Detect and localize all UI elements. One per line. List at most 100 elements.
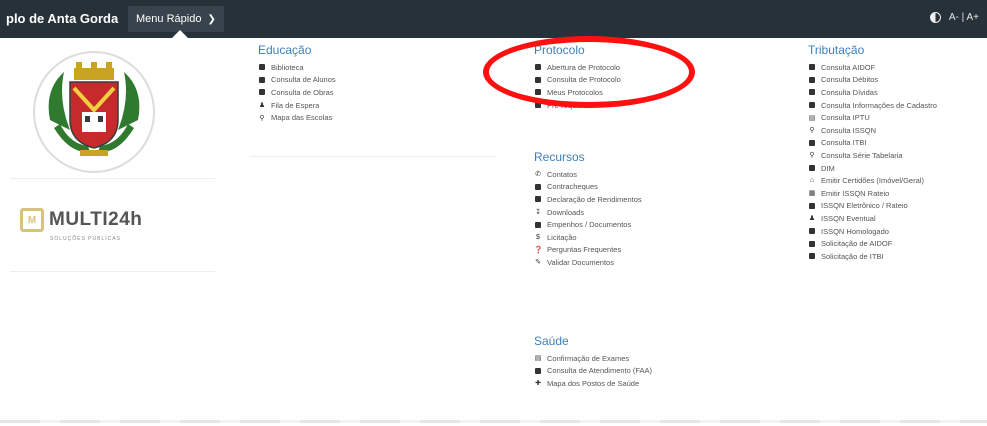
column-tributacao: Tributação Consulta AIDOF Consulta Débito… — [808, 43, 937, 263]
menu-link-declara-o-de-rendimentos[interactable]: Declaração de Rendimentos — [534, 193, 642, 206]
multi24h-logo: M MULTI24h — [20, 208, 142, 232]
menu-link-solicita-o-de-itbi[interactable]: Solicitação de ITBI — [808, 250, 937, 263]
question-icon: ❓ — [534, 246, 543, 254]
menu-link-consulta-itbi[interactable]: Consulta ITBI — [808, 137, 937, 150]
menu-link-emitir-issqn-rateio[interactable]: ▦ Emitir ISSQN Rateio — [808, 187, 937, 200]
menu-link-label: Consulta IPTU — [821, 113, 870, 123]
menu-link-confirma-o-de-exames[interactable]: ▤ Confirmação de Exames — [534, 352, 652, 365]
menu-link-label: Abertura de Protocolo — [547, 62, 620, 72]
section-title-tributacao: Tributação — [808, 43, 865, 57]
building-icon — [809, 202, 815, 209]
page-bottom-border — [0, 420, 987, 423]
menu-link-consulta-iptu[interactable]: ▤ Consulta IPTU — [808, 111, 937, 124]
users-icon: ♟ — [808, 215, 816, 223]
section-title-saude: Saúde — [534, 334, 569, 348]
menu-link-consulta-s-rie-tabelaria[interactable]: ⚲ Consulta Série Tabelaria — [808, 149, 937, 162]
menu-link-contracheques[interactable]: Contracheques — [534, 181, 642, 194]
multi24h-name: MULTI24h — [49, 209, 143, 230]
menu-link-label: DIM — [821, 163, 835, 173]
menu-link-label: Consulta Série Tabelaria — [821, 150, 903, 160]
menu-link-consulta-issqn[interactable]: ⚲ Consulta ISSQN — [808, 124, 937, 137]
recursos-list: ✆ Contatos Contracheques Declaração de Rend… — [534, 168, 642, 269]
menu-link-label: ISSQN Homologado — [821, 226, 889, 236]
menu-link-consulta-de-obras[interactable]: Consulta de Obras — [258, 86, 336, 99]
brand-divider — [10, 178, 215, 179]
menu-link-biblioteca[interactable]: Biblioteca — [258, 61, 336, 74]
menu-link-label: Solicitação de AIDOF — [821, 239, 893, 249]
map-pin-icon: ⚲ — [259, 114, 265, 122]
menu-link-label: Contatos — [547, 169, 578, 179]
building-icon — [535, 221, 541, 228]
site-name[interactable]: plo de Anta Gorda — [6, 11, 118, 26]
download-icon: ↧ — [535, 209, 541, 217]
menu-link-label: Mapa dos Postos de Saúde — [547, 378, 640, 388]
tributacao-list: Consulta AIDOF Consulta Débitos Consulta D… — [808, 61, 937, 263]
menu-link-label: ISSQN Eventual — [821, 213, 876, 223]
menu-link-label: Emitir Certidões (Imóvel/Geral) — [821, 176, 924, 186]
saude-list: ▤ Confirmação de Exames Consulta de Atendi… — [534, 352, 652, 390]
protocolo-list: Abertura de Protocolo Consulta de Protoco… — [534, 61, 621, 111]
font-size-controls[interactable]: A- | A+ — [949, 12, 979, 23]
menu-link-label: Consulta de Alunos — [271, 75, 336, 85]
menu-link-issqn-eletr-nico-rateio[interactable]: ISSQN Eletrônico / Rateio — [808, 200, 937, 213]
menu-link-consulta-de-atendimento-faa[interactable]: Consulta de Atendimento (FAA) — [534, 365, 652, 378]
menu-link-label: Licitação — [547, 232, 577, 242]
quick-menu-label: Menu Rápido — [136, 13, 202, 25]
accessibility-tools: A- | A+ — [929, 12, 979, 23]
menu-link-label: Consulta Informações de Cadastro — [821, 100, 937, 110]
menu-link-consulta-d-vidas[interactable]: Consulta Dívidas — [808, 86, 937, 99]
menu-link-consulta-de-alunos[interactable]: Consulta de Alunos — [258, 74, 336, 87]
menu-link-label: Emitir ISSQN Rateio — [821, 188, 890, 198]
quick-menu-button[interactable]: Menu Rápido ❯ — [128, 6, 224, 32]
menu-link-emitir-certid-es-im-vel-geral[interactable]: ⌂ Emitir Certidões (Imóvel/Geral) — [808, 174, 937, 187]
menu-link-pr-requisitos[interactable]: Pré-requisitos — [534, 99, 621, 112]
menu-link-validar-documentos[interactable]: ✎ Validar Documentos — [534, 256, 642, 269]
building-icon — [809, 102, 815, 109]
home-icon: ⌂ — [809, 177, 815, 185]
section-title-educacao: Educação — [258, 43, 312, 57]
menu-link-dim[interactable]: DIM — [808, 162, 937, 175]
menu-link-consulta-d-bitos[interactable]: Consulta Débitos — [808, 74, 937, 87]
menu-link-consulta-informa-es-de-cadastro[interactable]: Consulta Informações de Cadastro — [808, 99, 937, 112]
multi24h-mark-icon: M — [20, 208, 44, 232]
person-icon: ♟ — [258, 102, 266, 110]
menu-link-label: Consulta de Atendimento (FAA) — [547, 366, 653, 376]
menu-link-downloads[interactable]: ↧ Downloads — [534, 206, 642, 219]
menu-link-abertura-de-protocolo[interactable]: Abertura de Protocolo — [534, 61, 621, 74]
menu-link-label: Consulta ITBI — [821, 138, 867, 148]
menu-link-mapa-dos-postos-de-sa-de[interactable]: ✚ Mapa dos Postos de Saúde — [534, 377, 652, 390]
document-icon: ▤ — [534, 355, 542, 363]
menu-link-perguntas-frequentes[interactable]: ❓ Perguntas Frequentes — [534, 244, 642, 257]
multi24h-subtitle: SOLUÇÕES PÚBLICAS — [50, 236, 121, 242]
menu-link-empenhos-documentos[interactable]: Empenhos / Documentos — [534, 218, 642, 231]
menu-link-contatos[interactable]: ✆ Contatos — [534, 168, 642, 181]
menu-link-label: Consulta Dívidas — [821, 87, 878, 97]
building-icon — [535, 196, 541, 203]
building-icon — [809, 240, 815, 247]
menu-link-label: Downloads — [547, 207, 585, 217]
menu-link-solicita-o-de-aidof[interactable]: Solicitação de AIDOF — [808, 237, 937, 250]
menu-link-meus-protocolos[interactable]: Meus Protocolos — [534, 86, 621, 99]
menu-link-label: Consulta AIDOF — [821, 62, 876, 72]
menu-link-label: ISSQN Eletrônico / Rateio — [821, 201, 908, 211]
menu-link-licita-o[interactable]: $ Licitação — [534, 231, 642, 244]
menu-link-consulta-aidof[interactable]: Consulta AIDOF — [808, 61, 937, 74]
building-icon — [535, 183, 541, 190]
menu-link-label: Declaração de Rendimentos — [547, 194, 642, 204]
menu-link-fila-de-espera[interactable]: ♟ Fila de Espera — [258, 99, 336, 112]
section-title-protocolo: Protocolo — [534, 43, 585, 57]
menu-link-consulta-de-protocolo[interactable]: Consulta de Protocolo — [534, 74, 621, 87]
menu-link-issqn-eventual[interactable]: ♟ ISSQN Eventual — [808, 212, 937, 225]
menu-link-label: Consulta de Obras — [271, 87, 334, 97]
building-icon — [809, 64, 815, 71]
menu-link-label: Validar Documentos — [547, 257, 614, 267]
cross-icon: ✚ — [535, 380, 541, 388]
grid-icon: ▦ — [808, 190, 816, 198]
menu-link-issqn-homologado[interactable]: ISSQN Homologado — [808, 225, 937, 238]
building-icon — [535, 102, 541, 109]
brand-divider-bottom — [10, 271, 215, 272]
building-icon — [535, 76, 541, 83]
building-icon — [809, 139, 815, 146]
contrast-icon[interactable] — [929, 12, 941, 23]
menu-link-mapa-das-escolas[interactable]: ⚲ Mapa das Escolas — [258, 111, 336, 124]
